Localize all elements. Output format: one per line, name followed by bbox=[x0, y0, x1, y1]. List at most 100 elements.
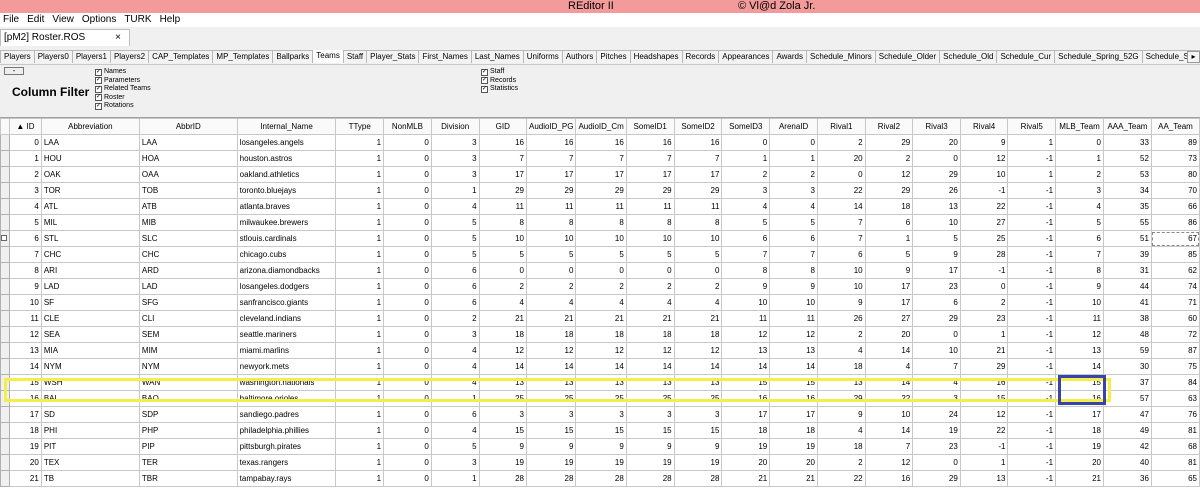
table-row[interactable]: 14 NYM NYM newyork.mets 1 0 4 14 14 14 14 14 14 14 18 4… bbox=[0, 358, 1200, 375]
cell-abbrid[interactable]: WAN bbox=[138, 374, 238, 391]
cell-someid2[interactable]: 28 bbox=[673, 470, 723, 487]
cell-someid1[interactable]: 10 bbox=[625, 230, 675, 247]
tab-pitches[interactable]: Pitches bbox=[596, 50, 631, 63]
cell-rival3[interactable]: 3 bbox=[912, 390, 961, 407]
cell-rival1[interactable]: 26 bbox=[817, 310, 866, 327]
cell-someid2[interactable]: 13 bbox=[673, 374, 723, 391]
cell-rival1[interactable]: 7 bbox=[817, 230, 866, 247]
table-row[interactable]: 15 WSH WAN washington.nationals 1 0 4 13 13 13 13 1… bbox=[0, 374, 1200, 391]
cell-someid2[interactable]: 17 bbox=[673, 166, 723, 183]
cell-rival1[interactable]: 2 bbox=[817, 326, 866, 343]
cell-someid1[interactable]: 2 bbox=[625, 278, 675, 295]
cell-rival4[interactable]: 23 bbox=[959, 310, 1009, 327]
tab-cap-templates[interactable]: CAP_Templates bbox=[148, 50, 214, 63]
cell-rival4[interactable]: 16 bbox=[959, 374, 1009, 391]
cell-arenaid[interactable]: 6 bbox=[769, 230, 818, 247]
cell-rival4[interactable]: 13 bbox=[959, 470, 1009, 487]
cell-ttype[interactable]: 1 bbox=[335, 310, 385, 327]
cell-aaa-team[interactable]: 33 bbox=[1103, 134, 1152, 151]
cell-internal-name[interactable]: pittsburgh.pirates bbox=[236, 438, 337, 455]
row-indicator[interactable] bbox=[0, 150, 10, 167]
cell-division[interactable]: 6 bbox=[430, 278, 480, 295]
column-header-someid2[interactable]: SomeID2 bbox=[673, 118, 723, 135]
cell-gid[interactable]: 9 bbox=[478, 438, 527, 455]
cell-abbreviation[interactable]: PIT bbox=[40, 438, 140, 455]
cell-abbreviation[interactable]: MIL bbox=[40, 214, 140, 231]
cell-rival2[interactable]: 6 bbox=[864, 214, 914, 231]
cell-internal-name[interactable]: stlouis.cardinals bbox=[236, 230, 337, 247]
cell-gid[interactable]: 3 bbox=[478, 406, 527, 423]
cell-abbreviation[interactable]: TEX bbox=[40, 454, 140, 471]
cell-aaa-team[interactable]: 37 bbox=[1103, 374, 1152, 391]
cell-arenaid[interactable]: 10 bbox=[769, 294, 818, 311]
cell-rival1[interactable]: 2 bbox=[817, 454, 866, 471]
cell-rival1[interactable]: 9 bbox=[817, 294, 866, 311]
cell-aaa-team[interactable]: 41 bbox=[1103, 294, 1152, 311]
cell-arenaid[interactable]: 3 bbox=[769, 182, 818, 199]
tab-appearances[interactable]: Appearances bbox=[718, 50, 774, 63]
row-indicator[interactable] bbox=[0, 470, 10, 487]
cell-mlb-team[interactable]: 10 bbox=[1055, 294, 1104, 311]
tab-players0[interactable]: Players0 bbox=[33, 50, 73, 63]
cell-audioid-pg[interactable]: 25 bbox=[525, 390, 577, 407]
cell-division[interactable]: 2 bbox=[430, 310, 480, 327]
cell-rival4[interactable]: 21 bbox=[959, 342, 1009, 359]
cell-abbreviation[interactable]: LAA bbox=[40, 134, 140, 151]
checkmark-icon[interactable]: ✓ bbox=[481, 85, 488, 93]
cell-someid1[interactable]: 21 bbox=[625, 310, 675, 327]
cell-internal-name[interactable]: arizona.diamondbacks bbox=[236, 262, 337, 279]
cell-arenaid[interactable]: 16 bbox=[769, 390, 818, 407]
cell-mlb-team[interactable]: 21 bbox=[1055, 470, 1104, 487]
cell-rival1[interactable]: 2 bbox=[817, 134, 866, 151]
cell-rival1[interactable]: 0 bbox=[817, 166, 866, 183]
cell-someid2[interactable]: 16 bbox=[673, 134, 723, 151]
cell-nonmlb[interactable]: 0 bbox=[383, 166, 432, 183]
row-indicator[interactable] bbox=[0, 214, 10, 231]
row-indicator[interactable] bbox=[0, 278, 10, 295]
cell-rival3[interactable]: 4 bbox=[912, 374, 961, 391]
filter-checkbox-records[interactable]: ✓ Records bbox=[481, 77, 518, 86]
cell-rival2[interactable]: 18 bbox=[864, 198, 914, 215]
row-indicator[interactable] bbox=[0, 198, 10, 215]
checkmark-icon[interactable]: ✓ bbox=[95, 102, 102, 110]
row-indicator[interactable] bbox=[0, 294, 10, 311]
cell-arenaid[interactable]: 18 bbox=[769, 422, 818, 439]
cell-abbrid[interactable]: NYM bbox=[138, 358, 238, 375]
cell-audioid-cm[interactable]: 29 bbox=[575, 182, 627, 199]
cell-abbreviation[interactable]: ATL bbox=[40, 198, 140, 215]
cell-rival4[interactable]: 25 bbox=[959, 230, 1009, 247]
cell-gid[interactable]: 17 bbox=[478, 166, 527, 183]
cell-mlb-team[interactable]: 6 bbox=[1055, 230, 1104, 247]
cell-internal-name[interactable]: losangeles.dodgers bbox=[236, 278, 337, 295]
filter-checkbox-staff[interactable]: ✓ Staff bbox=[481, 68, 518, 77]
cell-internal-name[interactable]: atlanta.braves bbox=[236, 198, 337, 215]
cell-gid[interactable]: 29 bbox=[478, 182, 527, 199]
cell-rival3[interactable]: 17 bbox=[912, 262, 961, 279]
cell-arenaid[interactable]: 20 bbox=[769, 454, 818, 471]
cell-abbrid[interactable]: TER bbox=[138, 454, 238, 471]
cell-division[interactable]: 6 bbox=[430, 262, 480, 279]
cell-rival3[interactable]: 9 bbox=[912, 246, 961, 263]
cell-division[interactable]: 3 bbox=[430, 326, 480, 343]
cell-internal-name[interactable]: washington.nationals bbox=[236, 374, 337, 391]
cell-rival5[interactable]: -1 bbox=[1007, 230, 1057, 247]
cell-ttype[interactable]: 1 bbox=[335, 198, 385, 215]
cell-arenaid[interactable]: 14 bbox=[769, 358, 818, 375]
cell-someid1[interactable]: 29 bbox=[625, 182, 675, 199]
cell-someid1[interactable]: 7 bbox=[625, 150, 675, 167]
cell-rival1[interactable]: 9 bbox=[817, 406, 866, 423]
cell-someid1[interactable]: 9 bbox=[625, 438, 675, 455]
cell-arenaid[interactable]: 9 bbox=[769, 278, 818, 295]
cell-id[interactable]: 12 bbox=[9, 326, 42, 343]
cell-id[interactable]: 0 bbox=[9, 134, 42, 151]
cell-division[interactable]: 4 bbox=[430, 342, 480, 359]
cell-someid2[interactable]: 4 bbox=[673, 294, 723, 311]
cell-division[interactable]: 3 bbox=[430, 166, 480, 183]
cell-someid2[interactable]: 3 bbox=[673, 406, 723, 423]
cell-ttype[interactable]: 1 bbox=[335, 454, 385, 471]
cell-audioid-cm[interactable]: 25 bbox=[575, 390, 627, 407]
cell-arenaid[interactable]: 13 bbox=[769, 342, 818, 359]
column-header-mlb-team[interactable]: MLB_Team bbox=[1055, 118, 1104, 135]
cell-audioid-cm[interactable]: 5 bbox=[575, 246, 627, 263]
cell-rival5[interactable]: -1 bbox=[1007, 278, 1057, 295]
